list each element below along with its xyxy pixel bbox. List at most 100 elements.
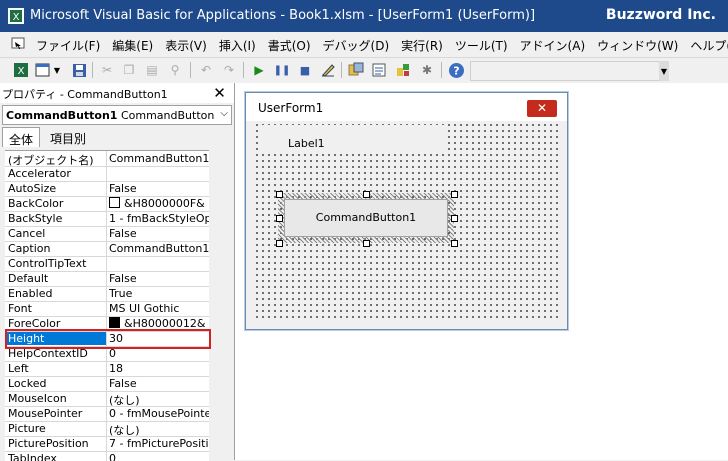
object-selector[interactable]: CommandButton1 CommandButton ⌵: [2, 105, 232, 125]
design-mode-icon[interactable]: [319, 61, 337, 79]
menu-item[interactable]: 挿入(I): [219, 37, 256, 54]
resize-handle[interactable]: [276, 240, 283, 247]
property-value[interactable]: False: [109, 272, 209, 285]
property-name: Font: [8, 302, 32, 315]
property-row[interactable]: Left 18: [5, 361, 209, 377]
property-name: MousePointer: [8, 407, 83, 420]
property-value[interactable]: 18: [109, 362, 209, 375]
property-row[interactable]: BackColor &H8000000F&: [5, 196, 209, 212]
command-button[interactable]: CommandButton1: [284, 199, 448, 237]
column-divider: [106, 196, 107, 211]
toolbox-icon[interactable]: ✱: [418, 61, 436, 79]
copy-icon[interactable]: ❐: [120, 61, 138, 79]
insert-userform-icon[interactable]: [34, 61, 52, 79]
property-row[interactable]: Default False: [5, 271, 209, 287]
standard-toolbar: X ▼ ✂ ❐ ▤ ⚲ ↶ ↷ ▶ ❚❚ ■ ✱ ? ▼: [0, 58, 728, 84]
property-value[interactable]: 1 - fmBackStyleOp: [109, 212, 209, 225]
property-row[interactable]: Cancel False: [5, 226, 209, 242]
property-name: AutoSize: [8, 182, 57, 195]
userform-title: UserForm1: [258, 101, 324, 115]
vba-menu-icon[interactable]: [11, 37, 27, 52]
property-row[interactable]: ControlTipText: [5, 256, 209, 272]
run-icon[interactable]: ▶: [250, 61, 268, 79]
property-value-text: MS UI Gothic: [109, 302, 180, 315]
property-value[interactable]: False: [109, 377, 209, 390]
tab-alphabetic[interactable]: 全体: [2, 127, 41, 147]
close-icon[interactable]: ✕: [527, 100, 557, 117]
properties-title: プロパティ - CommandButton1: [2, 88, 168, 101]
toolbar-options-icon[interactable]: ▼: [659, 61, 669, 81]
resize-handle[interactable]: [451, 191, 458, 198]
property-grid-scrollbar[interactable]: [210, 150, 228, 460]
reset-icon[interactable]: ■: [296, 61, 314, 79]
object-browser-icon[interactable]: [394, 61, 412, 79]
property-value[interactable]: False: [109, 227, 209, 240]
property-value[interactable]: 0 - fmMousePointe: [109, 407, 209, 420]
excel-app-icon: X: [8, 8, 24, 24]
svg-text:X: X: [13, 12, 20, 23]
find-icon[interactable]: ⚲: [166, 61, 184, 79]
property-row[interactable]: PicturePosition 7 - fmPicturePositi: [5, 436, 209, 452]
column-divider: [106, 166, 107, 181]
menu-item[interactable]: ヘルプ(H): [690, 37, 728, 54]
property-value[interactable]: 7 - fmPicturePositi: [109, 437, 209, 450]
property-row[interactable]: MouseIcon (なし): [5, 391, 209, 407]
cut-icon[interactable]: ✂: [98, 61, 116, 79]
resize-handle[interactable]: [451, 215, 458, 222]
resize-handle[interactable]: [276, 191, 283, 198]
properties-window-icon[interactable]: [370, 61, 388, 79]
property-name: BackStyle: [8, 212, 63, 225]
undo-icon[interactable]: ↶: [197, 61, 215, 79]
menu-item[interactable]: 表示(V): [165, 37, 207, 54]
property-row[interactable]: Locked False: [5, 376, 209, 392]
property-value[interactable]: CommandButton1: [109, 152, 209, 165]
label-control[interactable]: Label1: [258, 125, 448, 151]
property-row[interactable]: Picture (なし): [5, 421, 209, 437]
menu-item[interactable]: 書式(O): [268, 37, 311, 54]
property-row[interactable]: AutoSize False: [5, 181, 209, 197]
property-value[interactable]: MS UI Gothic: [109, 302, 209, 315]
property-name: Enabled: [8, 287, 53, 300]
chevron-down-icon[interactable]: ▼: [52, 61, 62, 79]
help-icon[interactable]: ?: [447, 61, 465, 79]
property-value-text: False: [109, 272, 137, 285]
project-explorer-icon[interactable]: [347, 61, 365, 79]
save-icon[interactable]: [70, 61, 88, 79]
property-row[interactable]: Enabled True: [5, 286, 209, 302]
menu-item[interactable]: ウィンドウ(W): [597, 37, 678, 54]
resize-handle[interactable]: [363, 191, 370, 198]
redo-icon[interactable]: ↷: [220, 61, 238, 79]
column-divider: [106, 286, 107, 301]
paste-icon[interactable]: ▤: [143, 61, 161, 79]
property-row[interactable]: Font MS UI Gothic: [5, 301, 209, 317]
userform-window[interactable]: UserForm1 ✕ Label1 CommandButton1: [245, 92, 568, 330]
title-bar: X Microsoft Visual Basic for Application…: [0, 0, 728, 32]
break-icon[interactable]: ❚❚: [273, 61, 291, 79]
menu-item[interactable]: デバッグ(D): [323, 37, 390, 54]
chevron-down-icon[interactable]: ⌵: [220, 108, 228, 119]
property-value[interactable]: CommandButton1: [109, 242, 209, 255]
property-row[interactable]: BackStyle 1 - fmBackStyleOp: [5, 211, 209, 227]
resize-handle[interactable]: [451, 240, 458, 247]
view-excel-icon[interactable]: X: [12, 61, 30, 79]
tab-categorized[interactable]: 項目別: [44, 127, 92, 147]
property-value[interactable]: &H8000000F&: [109, 197, 209, 210]
resize-handle[interactable]: [363, 240, 370, 247]
menu-item[interactable]: 実行(R): [401, 37, 443, 54]
property-row[interactable]: Accelerator: [5, 166, 209, 182]
menu-item[interactable]: 編集(E): [112, 37, 153, 54]
menu-item[interactable]: アドイン(A): [520, 37, 586, 54]
property-row[interactable]: Caption CommandButton1: [5, 241, 209, 257]
menu-item[interactable]: ツール(T): [455, 37, 508, 54]
resize-handle[interactable]: [276, 215, 283, 222]
property-value-text: &H8000000F&: [124, 197, 205, 210]
property-name: Cancel: [8, 227, 46, 240]
close-icon[interactable]: ✕: [209, 84, 230, 102]
menu-item[interactable]: ファイル(F): [36, 37, 100, 54]
property-row[interactable]: (オブジェクト名) CommandButton1: [5, 151, 209, 167]
property-value[interactable]: False: [109, 182, 209, 195]
userform-client-area[interactable]: Label1 CommandButton1: [254, 122, 559, 321]
property-name: ControlTipText: [8, 257, 87, 270]
property-value[interactable]: True: [109, 287, 209, 300]
property-row[interactable]: MousePointer 0 - fmMousePointe: [5, 406, 209, 422]
